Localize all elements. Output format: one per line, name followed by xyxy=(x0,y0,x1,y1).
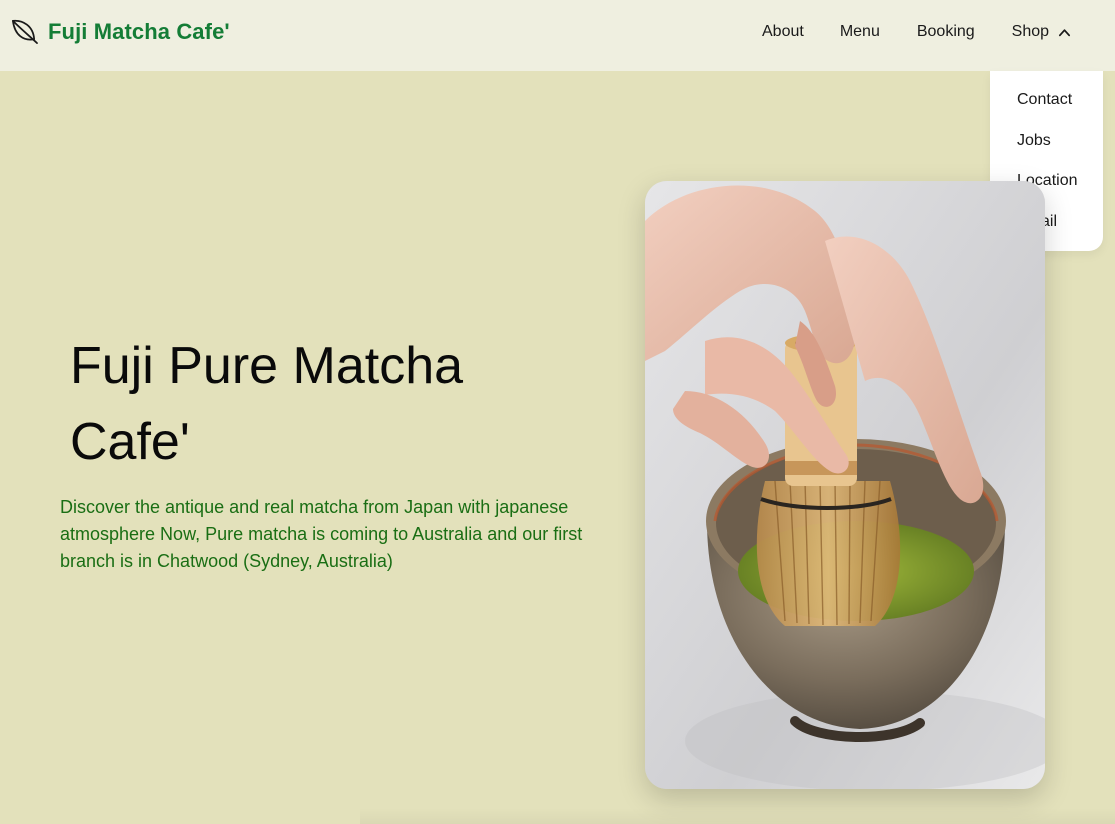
dropdown-item-jobs[interactable]: Jobs xyxy=(990,132,1103,173)
nav-about-link[interactable]: About xyxy=(762,22,804,42)
nav-shop-dropdown-toggle[interactable]: Shop xyxy=(1012,22,1071,42)
hero-description: Discover the antique and real matcha fro… xyxy=(60,497,583,571)
leaf-icon xyxy=(12,19,38,44)
hero-title: Fuji Pure Matcha Cafe' xyxy=(70,337,464,471)
matcha-whisk-illustration xyxy=(645,181,1045,789)
nav-menu-link[interactable]: Menu xyxy=(840,22,880,42)
nav-shop-label: Shop xyxy=(1011,23,1050,40)
navbar: Fuji Matcha Cafe' About Menu Booking Sho… xyxy=(0,0,1115,71)
dropdown-item-contact[interactable]: Contact xyxy=(990,91,1103,132)
page: Fuji Matcha Cafe' About Menu Booking Sho… xyxy=(0,0,1115,824)
section-bottom-shadow xyxy=(360,808,1115,824)
main-nav: About Menu Booking Shop xyxy=(762,22,1071,42)
brand-logo-link[interactable]: Fuji Matcha Cafe' xyxy=(10,17,230,46)
chevron-up-icon xyxy=(1059,28,1071,36)
brand-name: Fuji Matcha Cafe' xyxy=(48,18,230,44)
hero-image-matcha-whisk xyxy=(645,181,1045,789)
nav-booking-link[interactable]: Booking xyxy=(917,22,975,42)
